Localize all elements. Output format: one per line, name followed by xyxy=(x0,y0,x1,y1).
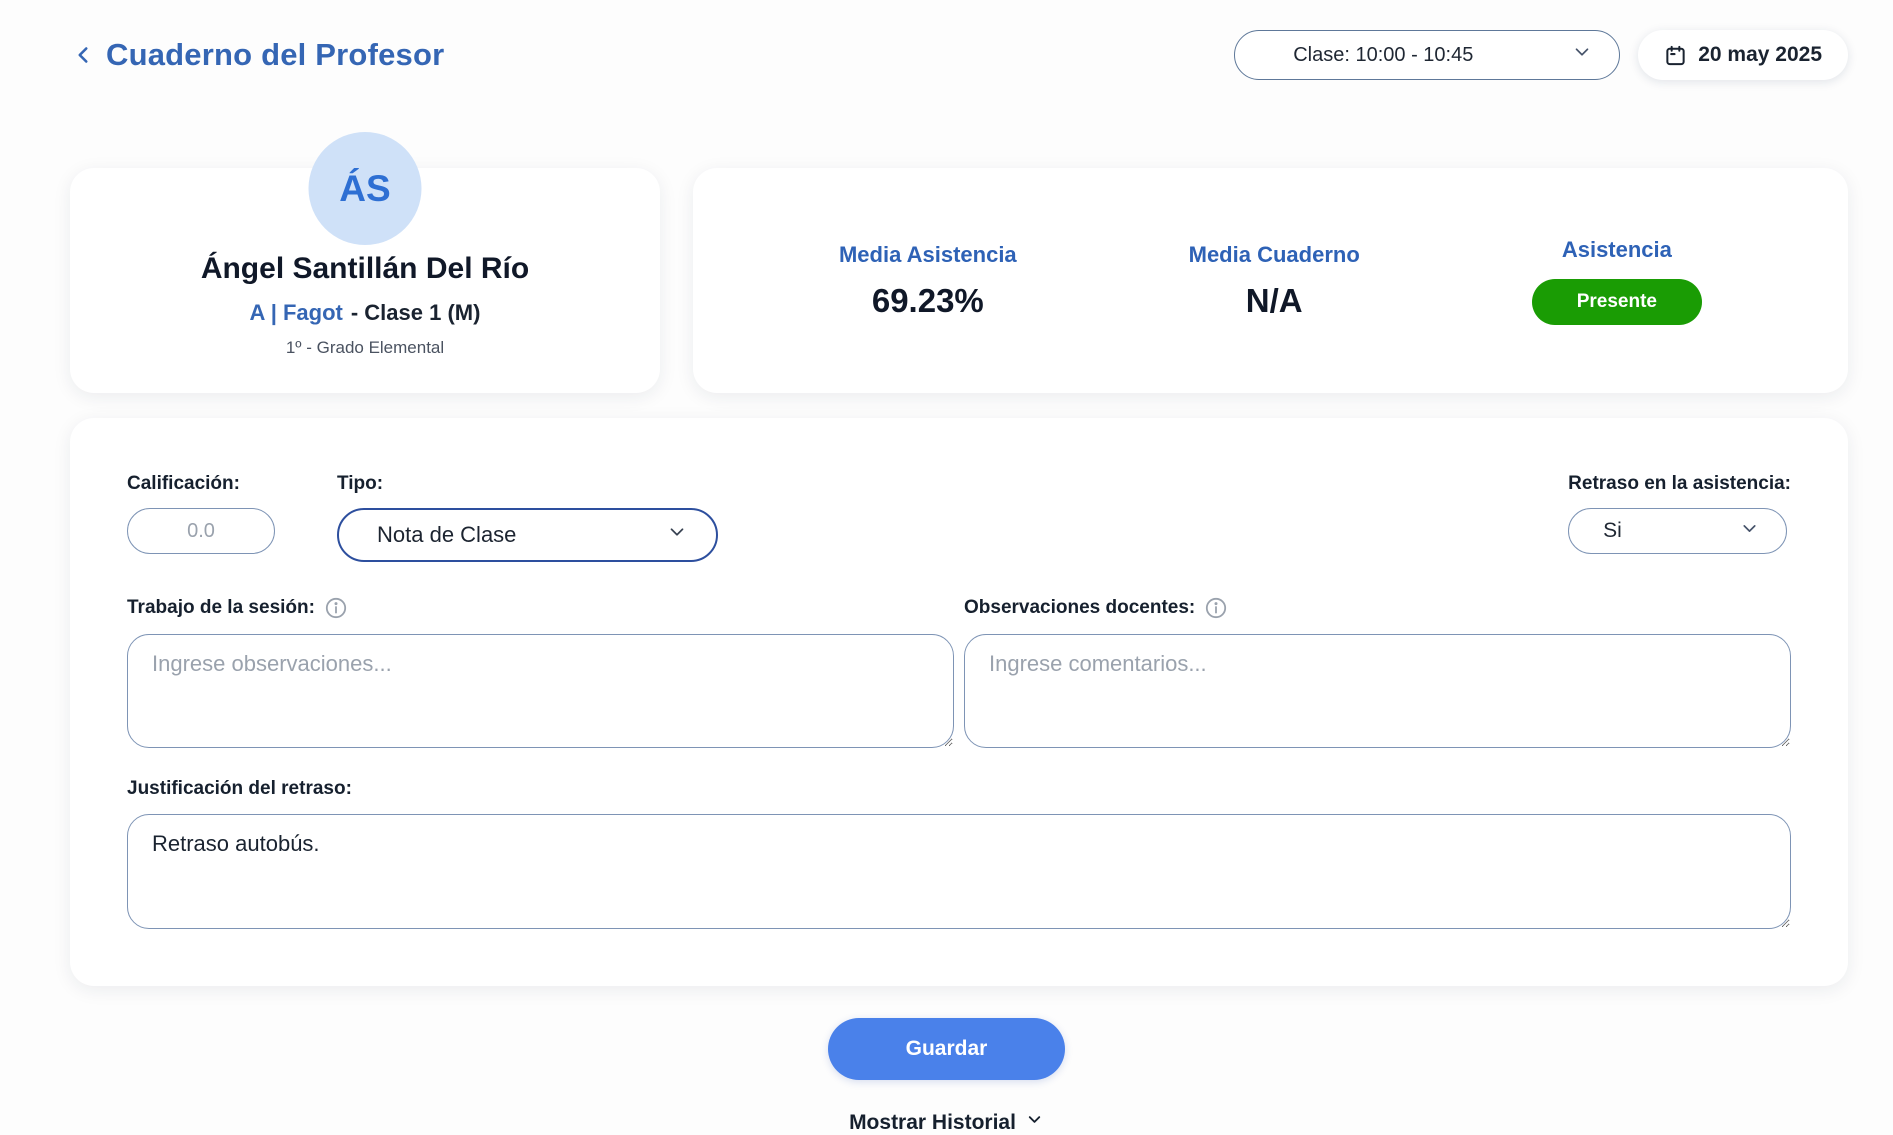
calificacion-input[interactable] xyxy=(127,508,275,554)
observaciones-textarea[interactable] xyxy=(964,634,1791,748)
info-icon[interactable] xyxy=(1204,596,1228,620)
justificacion-label: Justificación del retraso: xyxy=(127,778,1791,800)
chevron-down-icon xyxy=(666,521,688,549)
stat-label: Media Cuaderno xyxy=(1189,242,1360,268)
field-calificacion: Calificación: xyxy=(127,473,275,554)
tipo-select[interactable]: Nota de Clase xyxy=(337,508,718,562)
class-info: - Clase 1 (M) xyxy=(351,300,481,325)
show-history-toggle[interactable]: Mostrar Historial xyxy=(849,1110,1044,1135)
field-retraso: Retraso en la asistencia: Si xyxy=(1568,473,1791,554)
chevron-left-icon[interactable] xyxy=(70,42,96,68)
page-title: Cuaderno del Profesor xyxy=(106,37,444,73)
header-right: Clase: 10:00 - 10:45 20 may 2025 xyxy=(1234,30,1848,80)
stat-media-cuaderno: Media Cuaderno N/A xyxy=(1189,242,1360,320)
date-label: 20 may 2025 xyxy=(1698,43,1822,67)
show-history-label: Mostrar Historial xyxy=(849,1111,1016,1135)
chevron-down-icon xyxy=(1571,41,1593,69)
class-time-select[interactable]: Clase: 10:00 - 10:45 xyxy=(1234,30,1620,80)
stat-asistencia: Asistencia Presente xyxy=(1532,237,1702,325)
stat-value: N/A xyxy=(1246,282,1303,320)
retraso-value: Si xyxy=(1603,519,1622,543)
form-row-top: Calificación: Tipo: Nota de Clase Retras… xyxy=(127,473,1791,562)
calificacion-label: Calificación: xyxy=(127,473,275,495)
info-icon[interactable] xyxy=(324,596,348,620)
stat-value: 69.23% xyxy=(872,282,984,320)
retraso-select[interactable]: Si xyxy=(1568,508,1787,554)
avatar: ÁS xyxy=(309,132,422,245)
chevron-down-icon xyxy=(1025,1110,1044,1135)
field-trabajo: Trabajo de la sesión: xyxy=(127,596,954,748)
form-row-textareas: Trabajo de la sesión: Observaciones doce… xyxy=(127,596,1791,748)
trabajo-label-text: Trabajo de la sesión: xyxy=(127,597,315,619)
stats-card: Media Asistencia 69.23% Media Cuaderno N… xyxy=(693,168,1848,393)
student-name: Ángel Santillán Del Río xyxy=(70,252,660,286)
session-form-card: Calificación: Tipo: Nota de Clase Retras… xyxy=(70,418,1848,986)
stat-label: Asistencia xyxy=(1562,237,1672,263)
tipo-value: Nota de Clase xyxy=(377,522,516,548)
student-grade: 1º - Grado Elemental xyxy=(70,338,660,358)
stat-media-asistencia: Media Asistencia 69.23% xyxy=(839,242,1017,320)
actions: Guardar Mostrar Historial xyxy=(0,986,1893,1135)
calendar-icon xyxy=(1664,44,1687,67)
tipo-label: Tipo: xyxy=(337,473,718,495)
trabajo-label: Trabajo de la sesión: xyxy=(127,596,954,620)
class-time-value: Clase: 10:00 - 10:45 xyxy=(1293,44,1473,67)
stat-label: Media Asistencia xyxy=(839,242,1017,268)
justificacion-textarea[interactable]: Retraso autobús. xyxy=(127,814,1791,929)
observaciones-label: Observaciones docentes: xyxy=(964,596,1791,620)
trabajo-textarea[interactable] xyxy=(127,634,954,748)
header: Cuaderno del Profesor Clase: 10:00 - 10:… xyxy=(0,0,1893,80)
summary-row: ÁS Ángel Santillán Del Río A | Fagot- Cl… xyxy=(70,168,1848,393)
field-observaciones: Observaciones docentes: xyxy=(964,596,1791,748)
date-picker-button[interactable]: 20 may 2025 xyxy=(1638,30,1848,80)
back-navigation[interactable]: Cuaderno del Profesor xyxy=(70,37,444,73)
page: Cuaderno del Profesor Clase: 10:00 - 10:… xyxy=(0,0,1893,1126)
student-subtitle: A | Fagot - Clase 1 (M) xyxy=(70,300,660,326)
field-justificacion: Justificación del retraso: Retraso autob… xyxy=(127,778,1791,929)
attendance-status-badge[interactable]: Presente xyxy=(1532,279,1702,325)
student-card: ÁS Ángel Santillán Del Río A | Fagot- Cl… xyxy=(70,168,660,393)
field-tipo: Tipo: Nota de Clase xyxy=(337,473,718,562)
group-instrument-link[interactable]: A | Fagot xyxy=(250,300,343,325)
observaciones-label-text: Observaciones docentes: xyxy=(964,597,1195,619)
save-button[interactable]: Guardar xyxy=(828,1018,1065,1080)
retraso-label: Retraso en la asistencia: xyxy=(1568,473,1791,495)
chevron-down-icon xyxy=(1739,518,1760,545)
